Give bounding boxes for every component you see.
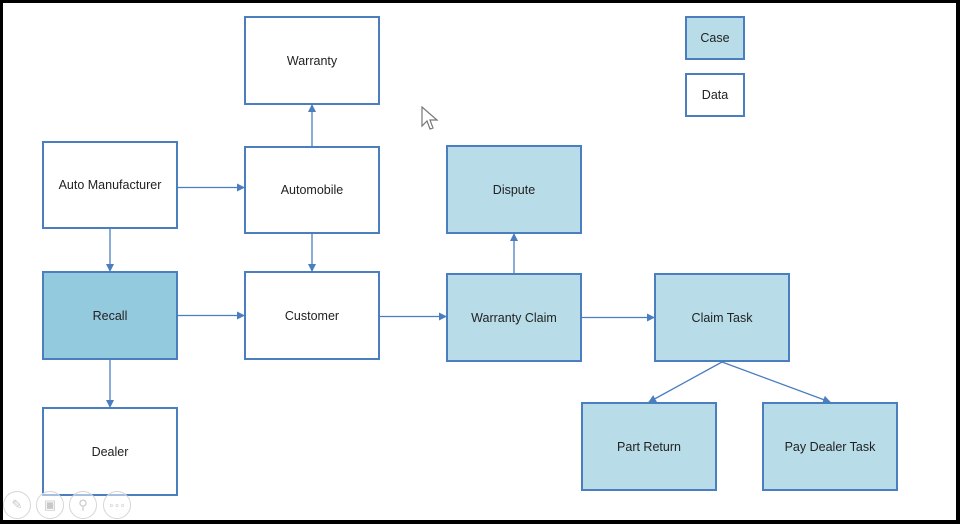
mouse-cursor-icon <box>421 106 439 130</box>
legend-label: Data <box>701 88 729 102</box>
node-label: Recall <box>92 308 128 323</box>
node-dispute[interactable]: Dispute <box>446 145 582 234</box>
edge-claim-task-to-pay-dealer-task <box>721 361 831 404</box>
node-pay-dealer-task[interactable]: Pay Dealer Task <box>762 402 898 491</box>
node-label: Claim Task <box>691 310 753 325</box>
node-label: Warranty Claim <box>471 310 557 325</box>
more-tool-button[interactable]: ∘∘∘ <box>103 491 131 519</box>
more-icon: ∘∘∘ <box>108 499 126 510</box>
zoom-icon: ⚲ <box>78 497 88 512</box>
node-customer[interactable]: Customer <box>244 271 380 360</box>
node-automobile[interactable]: Automobile <box>244 146 380 234</box>
slide-canvas: Warranty Auto Manufacturer Automobile Re… <box>3 3 956 520</box>
node-recall[interactable]: Recall <box>42 271 178 360</box>
node-label: Pay Dealer Task <box>784 439 876 454</box>
node-label: Dispute <box>492 182 536 197</box>
zoom-tool-button[interactable]: ⚲ <box>69 491 97 519</box>
slides-icon: ▣ <box>43 497 57 512</box>
slides-tool-button[interactable]: ▣ <box>36 491 64 519</box>
node-dealer[interactable]: Dealer <box>42 407 178 496</box>
node-label: Part Return <box>617 439 681 454</box>
node-claim-task[interactable]: Claim Task <box>654 273 790 362</box>
node-part-return[interactable]: Part Return <box>581 402 717 491</box>
node-label: Dealer <box>91 444 129 459</box>
legend-case: Case <box>685 16 745 60</box>
node-warranty[interactable]: Warranty <box>244 16 380 105</box>
node-label: Automobile <box>280 183 344 197</box>
node-label: Warranty <box>286 53 338 68</box>
legend-label: Case <box>700 31 730 45</box>
node-label: Auto Manufacturer <box>58 178 162 192</box>
node-auto-manufacturer[interactable]: Auto Manufacturer <box>42 141 178 229</box>
pen-tool-button[interactable]: ✎ <box>3 491 31 519</box>
node-label: Customer <box>284 308 340 323</box>
edge-claim-task-to-part-return <box>648 361 723 403</box>
pen-icon: ✎ <box>11 497 23 512</box>
node-warranty-claim[interactable]: Warranty Claim <box>446 273 582 362</box>
legend-data: Data <box>685 73 745 117</box>
